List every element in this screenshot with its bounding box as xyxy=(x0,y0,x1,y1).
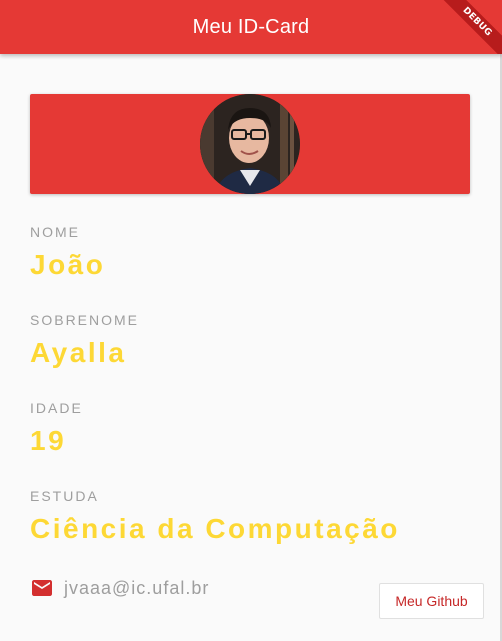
app-title: Meu ID-Card xyxy=(192,15,310,38)
email-row: jvaaa@ic.ufal.br xyxy=(30,576,209,600)
profile-photo-image xyxy=(200,94,300,194)
age-label: IDADE xyxy=(30,400,83,416)
study-value: Ciência da Computação xyxy=(30,513,400,544)
study-label: ESTUDA xyxy=(30,488,99,504)
mail-icon xyxy=(32,580,52,596)
app-bar: Meu ID-Card DEBUG xyxy=(0,0,502,54)
avatar xyxy=(200,94,300,194)
name-value: João xyxy=(30,249,106,280)
github-button[interactable]: Meu Github xyxy=(379,583,484,619)
name-label: NOME xyxy=(30,224,80,240)
age-value: 19 xyxy=(30,425,67,456)
surname-label: SOBRENOME xyxy=(30,312,140,328)
debug-banner: DEBUG xyxy=(432,0,502,54)
email-text: jvaaa@ic.ufal.br xyxy=(64,577,210,598)
surname-value: Ayalla xyxy=(30,337,127,368)
